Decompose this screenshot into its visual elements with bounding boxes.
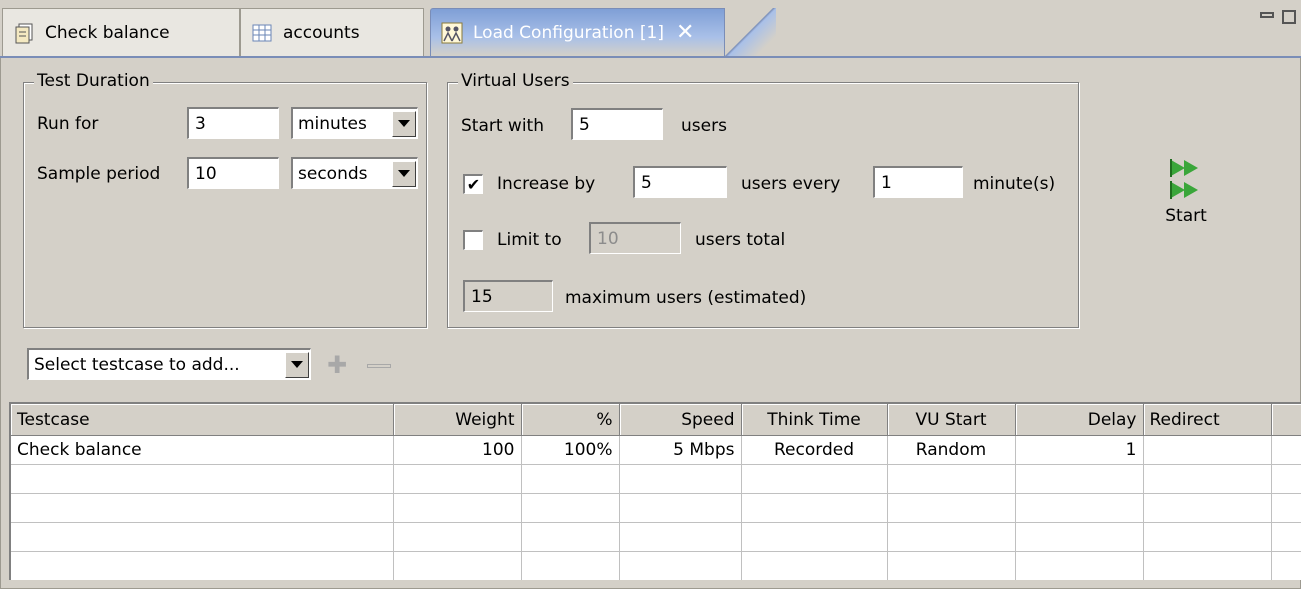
chevron-down-icon[interactable] <box>285 351 309 378</box>
limit-label: Limit to <box>497 230 562 250</box>
tab-label: Check balance <box>45 22 170 43</box>
start-button[interactable]: Start <box>1141 154 1231 254</box>
max-users-field <box>463 280 553 312</box>
cell-weight[interactable]: 100 <box>393 435 522 465</box>
column-header-speed[interactable]: Speed <box>619 404 742 436</box>
tab-label: accounts <box>283 22 360 43</box>
cell-speed[interactable]: 5 Mbps <box>619 435 742 465</box>
document-stack-icon <box>15 23 33 43</box>
load-configuration-editor: Test Duration Run for minutes Sample per… <box>0 58 1301 589</box>
cell-percent[interactable]: 100% <box>521 435 620 465</box>
cell-filler <box>1271 435 1301 465</box>
increase-interval-input[interactable] <box>873 166 963 198</box>
column-header-delay[interactable]: Delay <box>1015 404 1144 436</box>
start-with-suffix: users <box>681 116 727 136</box>
run-start-icon <box>1170 159 1198 199</box>
close-tab-icon[interactable]: ✕ <box>676 20 694 45</box>
increase-checkbox[interactable]: ✔ <box>463 174 483 194</box>
column-header-vu-start[interactable]: VU Start <box>887 404 1016 436</box>
testcase-table: Testcase Weight % Speed Think Time VU St… <box>9 402 1301 580</box>
run-for-unit-select[interactable]: minutes <box>291 107 418 139</box>
run-for-input[interactable] <box>187 107 279 139</box>
select-value: minutes <box>298 113 367 134</box>
limit-input <box>589 222 681 254</box>
table-row-empty <box>11 551 1301 580</box>
increase-label: Increase by <box>497 174 596 194</box>
table-grid-icon <box>252 24 272 41</box>
tab-accounts[interactable]: accounts <box>240 8 424 56</box>
users-group-icon <box>441 22 463 43</box>
max-users-label: maximum users (estimated) <box>565 288 807 308</box>
sample-period-unit-select[interactable]: seconds <box>291 157 418 189</box>
testcase-select[interactable]: Select testcase to add... <box>27 348 311 380</box>
limit-checkbox[interactable] <box>463 230 483 250</box>
increase-input[interactable] <box>633 166 727 198</box>
increase-suffix: minute(s) <box>973 174 1056 194</box>
editor-tab-bar: Check balance accounts Load Configuratio… <box>0 0 1301 58</box>
tab-load-configuration[interactable]: Load Configuration [1] ✕ <box>430 8 776 57</box>
start-label: Start <box>1165 206 1207 226</box>
increase-mid-label: users every <box>741 174 841 194</box>
cell-delay[interactable]: 1 <box>1015 435 1144 465</box>
select-value: seconds <box>298 163 368 184</box>
column-header-filler <box>1271 404 1301 436</box>
start-with-label: Start with <box>461 116 544 136</box>
cell-think-time[interactable]: Recorded <box>741 435 888 465</box>
table-row-empty <box>11 522 1301 552</box>
chevron-down-icon[interactable] <box>392 110 416 137</box>
select-value: Select testcase to add... <box>34 354 240 375</box>
chevron-down-icon[interactable] <box>392 160 416 187</box>
cell-testcase[interactable]: Check balance <box>11 435 394 465</box>
table-row-empty <box>11 464 1301 494</box>
sample-period-label: Sample period <box>37 164 161 184</box>
column-header-testcase[interactable]: Testcase <box>11 404 394 436</box>
limit-suffix: users total <box>695 230 786 250</box>
tab-check-balance[interactable]: Check balance <box>2 8 240 56</box>
table-header-row: Testcase Weight % Speed Think Time VU St… <box>11 404 1301 436</box>
group-title: Test Duration <box>34 71 153 91</box>
table-row[interactable]: Check balance 100 100% 5 Mbps Recorded R… <box>11 435 1301 465</box>
minimize-icon[interactable] <box>1260 12 1274 18</box>
column-header-weight[interactable]: Weight <box>393 404 522 436</box>
run-for-label: Run for <box>37 114 99 134</box>
table-row-empty <box>11 493 1301 523</box>
group-title: Virtual Users <box>458 71 573 91</box>
maximize-icon[interactable] <box>1282 10 1296 24</box>
column-header-percent[interactable]: % <box>521 404 620 436</box>
tab-label: Load Configuration [1] <box>473 22 664 43</box>
remove-testcase-icon[interactable] <box>367 364 391 368</box>
start-with-input[interactable] <box>571 108 663 140</box>
sample-period-input[interactable] <box>187 157 279 189</box>
column-header-think-time[interactable]: Think Time <box>741 404 888 436</box>
column-header-redirect[interactable]: Redirect <box>1143 404 1272 436</box>
cell-vu-start[interactable]: Random <box>887 435 1016 465</box>
cell-redirect[interactable] <box>1143 435 1272 465</box>
add-testcase-icon[interactable]: ✚ <box>327 353 347 377</box>
